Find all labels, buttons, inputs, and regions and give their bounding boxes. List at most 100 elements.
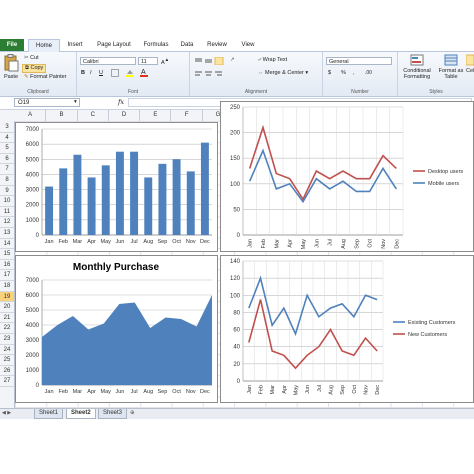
x-tick-label: Jul bbox=[317, 385, 323, 392]
merge-center-button[interactable]: ⇔ Merge & Center ▾ bbox=[258, 70, 308, 76]
row-header[interactable]: 13 bbox=[0, 228, 14, 239]
bar bbox=[130, 151, 139, 235]
insert-sheet-icon[interactable]: ⊕ bbox=[130, 410, 135, 416]
tab-page-layout[interactable]: Page Layout bbox=[92, 39, 136, 51]
italic-button[interactable]: I bbox=[90, 70, 92, 76]
comma-icon[interactable]: , bbox=[353, 70, 355, 76]
font-size-select[interactable]: 11 bbox=[138, 57, 158, 65]
row-header[interactable]: 21 bbox=[0, 313, 14, 324]
svg-text:A: A bbox=[141, 69, 146, 76]
row-header[interactable]: 3 bbox=[0, 122, 14, 133]
cell-styles-button[interactable]: Cell Styles bbox=[466, 54, 474, 74]
row-header[interactable]: 12 bbox=[0, 217, 14, 228]
underline-button[interactable]: U bbox=[99, 70, 103, 76]
row-header[interactable]: 7 bbox=[0, 164, 14, 175]
row-header[interactable]: 19 bbox=[0, 291, 14, 303]
x-tick-label: Feb bbox=[59, 389, 68, 395]
column-header[interactable]: D bbox=[109, 110, 141, 121]
percent-button[interactable]: % bbox=[341, 70, 346, 76]
row-header[interactable]: 27 bbox=[0, 376, 14, 387]
y-tick-label: 0 bbox=[36, 233, 40, 239]
wrap-text-icon: ⤶ bbox=[258, 57, 262, 63]
sheet-tab-sheet1[interactable]: Sheet1 bbox=[34, 409, 64, 419]
column-header[interactable]: B bbox=[46, 110, 78, 121]
tab-formulas[interactable]: Formulas bbox=[140, 39, 172, 51]
orientation-icon[interactable]: ↗ bbox=[230, 57, 235, 63]
y-tick-label: 150 bbox=[230, 156, 241, 162]
tab-insert[interactable]: Insert bbox=[62, 39, 88, 51]
column-header[interactable]: C bbox=[78, 110, 109, 121]
column-header[interactable]: F bbox=[172, 110, 203, 121]
name-box[interactable]: O19 bbox=[14, 98, 80, 107]
row-header[interactable]: 22 bbox=[0, 323, 14, 334]
bar bbox=[73, 154, 82, 235]
row-header[interactable]: 14 bbox=[0, 239, 14, 250]
align-left-icon[interactable] bbox=[194, 70, 224, 80]
fill-color-icon[interactable] bbox=[125, 68, 135, 80]
bar bbox=[200, 142, 209, 235]
row-header[interactable]: 16 bbox=[0, 260, 14, 271]
row-header[interactable]: 5 bbox=[0, 143, 14, 154]
row-header[interactable]: 8 bbox=[0, 175, 14, 186]
row-header[interactable]: 17 bbox=[0, 270, 14, 281]
y-tick-label: 4000 bbox=[26, 323, 40, 329]
row-header[interactable]: 4 bbox=[0, 133, 14, 144]
row-header[interactable]: 26 bbox=[0, 366, 14, 377]
y-tick-label: 7000 bbox=[26, 278, 40, 284]
x-tick-label: Dec bbox=[375, 385, 381, 395]
tab-file[interactable]: File bbox=[0, 39, 24, 51]
decimal-icon[interactable]: .00 bbox=[365, 70, 372, 76]
name-box-dropdown-icon[interactable]: ▾ bbox=[74, 99, 77, 105]
x-tick-label: Aug bbox=[329, 385, 335, 395]
font-name-select[interactable]: Calibri bbox=[80, 57, 136, 65]
x-tick-label: Mar bbox=[73, 389, 83, 395]
insert-function-button[interactable]: fx bbox=[118, 98, 124, 106]
number-format-select[interactable]: General bbox=[326, 57, 392, 65]
legend-label: New Customers bbox=[408, 332, 447, 338]
tab-view[interactable]: View bbox=[236, 39, 260, 51]
tab-home[interactable]: Home bbox=[28, 39, 60, 52]
font-color-icon[interactable]: A bbox=[139, 68, 149, 80]
column-header[interactable]: E bbox=[140, 110, 172, 121]
copy-button[interactable]: ⧉ Copy bbox=[22, 64, 47, 73]
currency-button[interactable]: $ bbox=[328, 70, 331, 76]
row-header[interactable]: 6 bbox=[0, 154, 14, 165]
paste-button[interactable]: Paste bbox=[2, 54, 20, 80]
chart-bar[interactable]: 0 1000 2000 3000 4000 5000 6000 7000 Jan Feb Mar Ap… bbox=[15, 122, 218, 252]
borders-icon[interactable] bbox=[111, 69, 119, 79]
align-top-icon[interactable] bbox=[194, 56, 224, 67]
column-header[interactable]: A bbox=[15, 110, 47, 121]
conditional-formatting-button[interactable]: Conditional Formatting bbox=[400, 54, 434, 80]
x-tick-label: Aug bbox=[143, 389, 153, 395]
row-header[interactable]: 24 bbox=[0, 345, 14, 356]
row-headers: 3 4 5 6 7 8 9 10 11 12 13 14 15 16 17 18 19 20 21 22 23 24 25 2… bbox=[0, 121, 15, 408]
row-header[interactable]: 23 bbox=[0, 334, 14, 345]
wrap-text-button[interactable]: ⤶ Wrap Text bbox=[258, 57, 287, 64]
format-as-table-button[interactable]: Format as Table bbox=[438, 54, 464, 80]
chart-users-line[interactable]: 0 50 100 150 200 250 Desktop users Mobile users… bbox=[220, 101, 474, 252]
bar bbox=[87, 177, 96, 235]
sheet-nav-icon[interactable]: ◀ ▶ bbox=[2, 410, 11, 416]
row-header[interactable]: 9 bbox=[0, 186, 14, 197]
bold-button[interactable]: B bbox=[81, 70, 85, 76]
x-tick-label: Oct bbox=[352, 385, 358, 394]
chart-customers-line[interactable]: 0 20 40 60 80 100 120 140 Existing Customers New … bbox=[220, 255, 474, 403]
cut-button[interactable]: ✂ Cut bbox=[24, 55, 39, 61]
row-header[interactable]: 10 bbox=[0, 196, 14, 207]
area-series bbox=[42, 295, 212, 385]
row-header[interactable]: 11 bbox=[0, 207, 14, 218]
row-header[interactable]: 20 bbox=[0, 302, 14, 313]
x-tick-label: Sep bbox=[354, 239, 360, 249]
row-header[interactable]: 25 bbox=[0, 355, 14, 366]
x-tick-label: Jan bbox=[248, 239, 254, 248]
chart-monthly-purchase[interactable]: Monthly Purchase 0 1000 2000 3000 4000 5000 600… bbox=[15, 255, 218, 403]
tab-review[interactable]: Review bbox=[202, 39, 232, 51]
sheet-tab-sheet2[interactable]: Sheet2 bbox=[66, 409, 96, 419]
row-header[interactable]: 18 bbox=[0, 281, 14, 292]
row-header[interactable]: 15 bbox=[0, 249, 14, 260]
sheet-tab-sheet3[interactable]: Sheet3 bbox=[98, 409, 128, 419]
grow-font-button[interactable]: A▲ bbox=[161, 57, 169, 66]
format-painter-button[interactable]: ✎ Format Painter bbox=[24, 74, 67, 80]
tab-data[interactable]: Data bbox=[176, 39, 198, 51]
legend-label: Mobile users bbox=[428, 181, 459, 187]
